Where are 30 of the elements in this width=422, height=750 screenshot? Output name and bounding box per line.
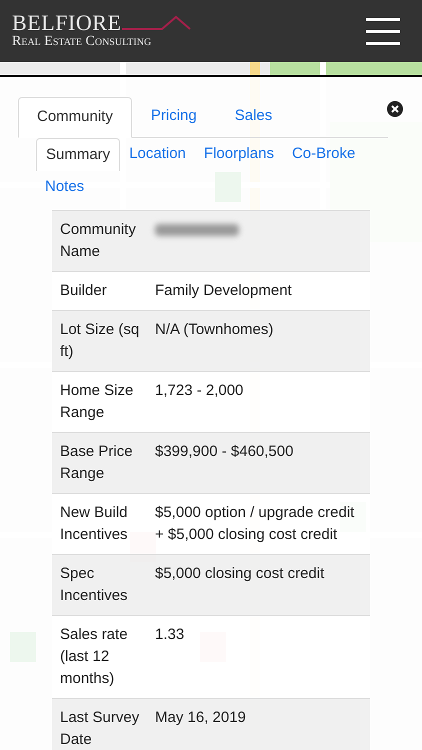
- logo-title: BELFIORE: [12, 12, 122, 34]
- tab[interactable]: Pricing: [132, 96, 216, 137]
- field-label: Home Size Range: [59, 381, 134, 423]
- field-label: Last Survey Date: [59, 708, 140, 750]
- tab[interactable]: Sales: [216, 96, 292, 137]
- close-icon[interactable]: [387, 101, 403, 117]
- tab[interactable]: Floorplans: [194, 138, 283, 171]
- tab[interactable]: Summary: [36, 138, 120, 171]
- field-label: Sales rate (last 12 months): [59, 625, 129, 689]
- logo-subtitle: Real Estate Consulting: [12, 34, 152, 50]
- field-value: $5,000 closing cost credit: [155, 564, 326, 584]
- tab[interactable]: Co-Broke: [282, 138, 364, 171]
- field-label: Community Name: [59, 220, 137, 262]
- field-label: Builder: [59, 281, 108, 301]
- field-value: N/A (Townhomes): [155, 320, 274, 340]
- field-label: Base Price Range: [59, 442, 134, 484]
- menu-icon[interactable]: [366, 18, 400, 44]
- tab[interactable]: Notes: [36, 171, 94, 204]
- field-label: Spec Incentives: [59, 564, 129, 606]
- tab[interactable]: Location: [120, 138, 195, 171]
- field-value: $399,900 - $460,500: [155, 442, 294, 462]
- field-value: May 16, 2019: [155, 708, 247, 728]
- field-label: Lot Size (sq ft): [59, 320, 140, 362]
- field-value: 1.33: [155, 625, 186, 645]
- field-value: 1,723 - 2,000: [155, 381, 244, 401]
- tab[interactable]: Community: [18, 97, 132, 138]
- field-value: $5,000 option / upgrade credit + $5,000 closing cost credit: [155, 503, 356, 545]
- field-value: Family Development: [155, 281, 293, 301]
- roof-line-icon: [122, 15, 192, 31]
- field-label: New Build Incentives: [59, 503, 129, 545]
